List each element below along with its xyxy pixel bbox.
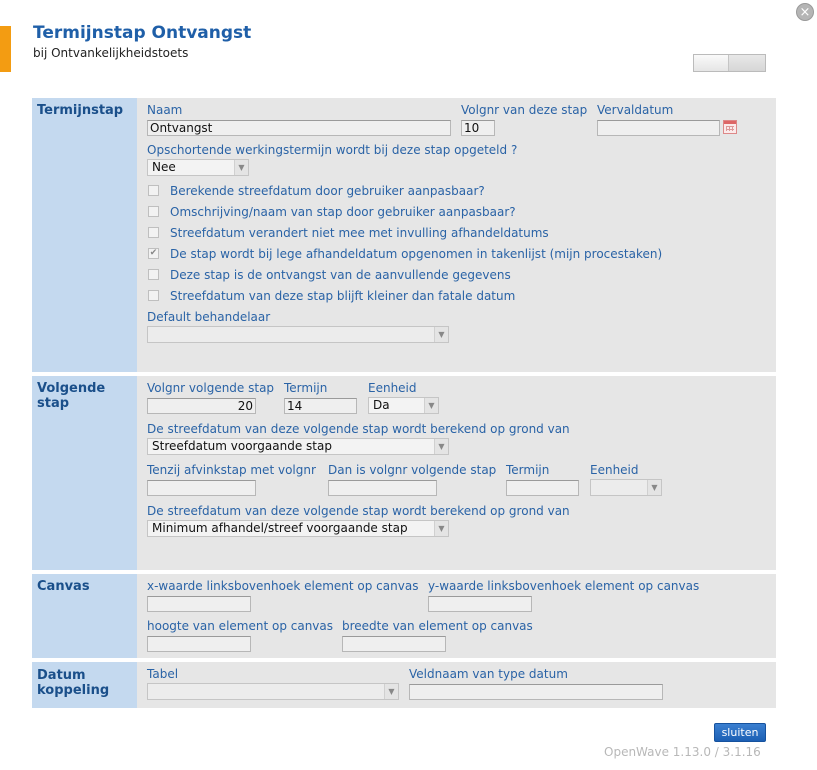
veldnaam-label: Veldnaam van type datum	[409, 667, 568, 681]
section-title-termijnstap: Termijnstap	[37, 103, 124, 118]
dan-volgnr-label: Dan is volgnr volgende stap	[328, 463, 497, 477]
termijn2-label: Termijn	[506, 463, 550, 477]
opschortende-value: Nee	[152, 160, 176, 174]
streefdatum-grond-label-1: De streefdatum van deze volgende stap wo…	[147, 422, 570, 436]
volgnr-volgende-input[interactable]: 20	[147, 398, 256, 414]
eenheid2-select[interactable]: ▼	[590, 479, 662, 496]
checkbox-takenlijst[interactable]: ✔	[148, 248, 159, 259]
section-side-volgende-stap: Volgende stap	[32, 376, 137, 570]
checkbox-label: Streefdatum van deze stap blijft kleiner…	[170, 289, 516, 303]
chevron-down-icon: ▼	[424, 398, 438, 413]
termijn-label: Termijn	[284, 381, 328, 395]
checkbox-label: De stap wordt bij lege afhandeldatum opg…	[170, 247, 663, 261]
vervaldatum-input[interactable]	[597, 120, 720, 136]
checkbox-label: Deze stap is de ontvangst van de aanvull…	[170, 268, 511, 282]
section-title-canvas: Canvas	[37, 579, 90, 594]
default-behandelaar-select[interactable]: ▼	[147, 326, 449, 343]
checkbox-omschrijving[interactable]	[148, 206, 159, 217]
naam-label: Naam	[147, 103, 183, 117]
section-termijnstap: Termijnstap Naam Ontvangst Volgnr van de…	[32, 98, 776, 372]
tenzij-label: Tenzij afvinkstap met volgnr	[147, 463, 316, 477]
chevron-down-icon: ▼	[434, 439, 448, 454]
checkbox-berekende-streefdatum[interactable]	[148, 185, 159, 196]
section-datum-koppeling: Datum koppeling Tabel ▼ Veldnaam van type…	[32, 662, 776, 708]
chevron-down-icon: ▼	[234, 160, 248, 175]
section-title-volgende-stap: Volgende stap	[37, 381, 106, 411]
volgnr-volgende-label: Volgnr volgende stap	[147, 381, 275, 395]
termijn2-input[interactable]	[506, 480, 579, 496]
chevron-down-icon: ▼	[434, 521, 448, 536]
chevron-down-icon: ▼	[434, 327, 448, 342]
streefdatum-grond-value-1: Streefdatum voorgaande stap	[152, 439, 332, 453]
checkbox-streefdatum-verandert[interactable]	[148, 227, 159, 238]
close-icon[interactable]: ×	[796, 3, 814, 21]
section-side-canvas: Canvas	[32, 574, 137, 658]
y-waarde-label: y-waarde linksbovenhoek element op canva…	[428, 579, 700, 593]
section-title-line2: koppeling	[37, 683, 110, 698]
volgnr-input[interactable]: 10	[461, 120, 495, 136]
default-behandelaar-label: Default behandelaar	[147, 310, 271, 324]
streefdatum-grond-select-1[interactable]: Streefdatum voorgaande stap ▼	[147, 438, 449, 455]
y-waarde-input[interactable]	[428, 596, 532, 612]
termijn-input[interactable]: 14	[284, 398, 357, 414]
tabel-label: Tabel	[147, 667, 179, 681]
breedte-input[interactable]	[342, 636, 446, 652]
toggle-switch[interactable]	[693, 54, 766, 72]
chevron-down-icon: ▼	[647, 480, 661, 495]
section-side-datum-koppeling: Datum koppeling	[32, 662, 137, 708]
volgnr-label: Volgnr van deze stap	[461, 103, 588, 117]
streefdatum-grond-label-2: De streefdatum van deze volgende stap wo…	[147, 504, 570, 518]
section-canvas: Canvas x-waarde linksbovenhoek element o…	[32, 574, 776, 658]
opschortende-label: Opschortende werkingstermijn wordt bij d…	[147, 143, 518, 157]
x-waarde-input[interactable]	[147, 596, 251, 612]
calendar-icon[interactable]	[723, 120, 737, 134]
section-side-termijnstap: Termijnstap	[32, 98, 137, 372]
hoogte-label: hoogte van element op canvas	[147, 619, 334, 633]
section-title-datum-koppeling: Datum koppeling	[32, 662, 137, 703]
x-waarde-label: x-waarde linksbovenhoek element op canva…	[147, 579, 419, 593]
accent-bar	[0, 26, 11, 72]
eenheid-label: Eenheid	[368, 381, 417, 395]
checkbox-fatale-datum[interactable]	[148, 290, 159, 301]
dialog: Termijnstap Ontvangst bij Ontvankelijkhe…	[0, 0, 817, 770]
checkbox-label: Omschrijving/naam van stap door gebruike…	[170, 205, 516, 219]
eenheid-select[interactable]: Da ▼	[368, 397, 439, 414]
dialog-title: Termijnstap Ontvangst	[33, 23, 252, 43]
streefdatum-grond-select-2[interactable]: Minimum afhandel/streef voorgaande stap …	[147, 520, 449, 537]
tenzij-input[interactable]	[147, 480, 256, 496]
hoogte-input[interactable]	[147, 636, 251, 652]
section-title-line1: Datum	[37, 668, 86, 683]
tabel-select[interactable]: ▼	[147, 683, 399, 700]
checkbox-ontvangst-aanvullende[interactable]	[148, 269, 159, 280]
breedte-label: breedte van element op canvas	[342, 619, 533, 633]
eenheid2-label: Eenheid	[590, 463, 639, 477]
section-volgende-stap: Volgende stap Volgnr volgende stap 20 Te…	[32, 376, 776, 570]
eenheid-value: Da	[373, 398, 390, 412]
toggle-knob	[728, 55, 765, 71]
vervaldatum-label: Vervaldatum	[597, 103, 674, 117]
checkbox-label: Berekende streefdatum door gebruiker aan…	[170, 184, 485, 198]
veldnaam-input[interactable]	[409, 684, 663, 700]
dan-volgnr-input[interactable]	[328, 480, 437, 496]
opschortende-select[interactable]: Nee ▼	[147, 159, 249, 176]
checkbox-label: Streefdatum verandert niet mee met invul…	[170, 226, 549, 240]
chevron-down-icon: ▼	[384, 684, 398, 699]
version-text: OpenWave 1.13.0 / 3.1.16	[604, 745, 761, 759]
dialog-subtitle: bij Ontvankelijkheidstoets	[33, 46, 189, 60]
sluiten-button[interactable]: sluiten	[714, 723, 766, 742]
naam-input[interactable]: Ontvangst	[147, 120, 451, 136]
streefdatum-grond-value-2: Minimum afhandel/streef voorgaande stap	[152, 521, 408, 535]
